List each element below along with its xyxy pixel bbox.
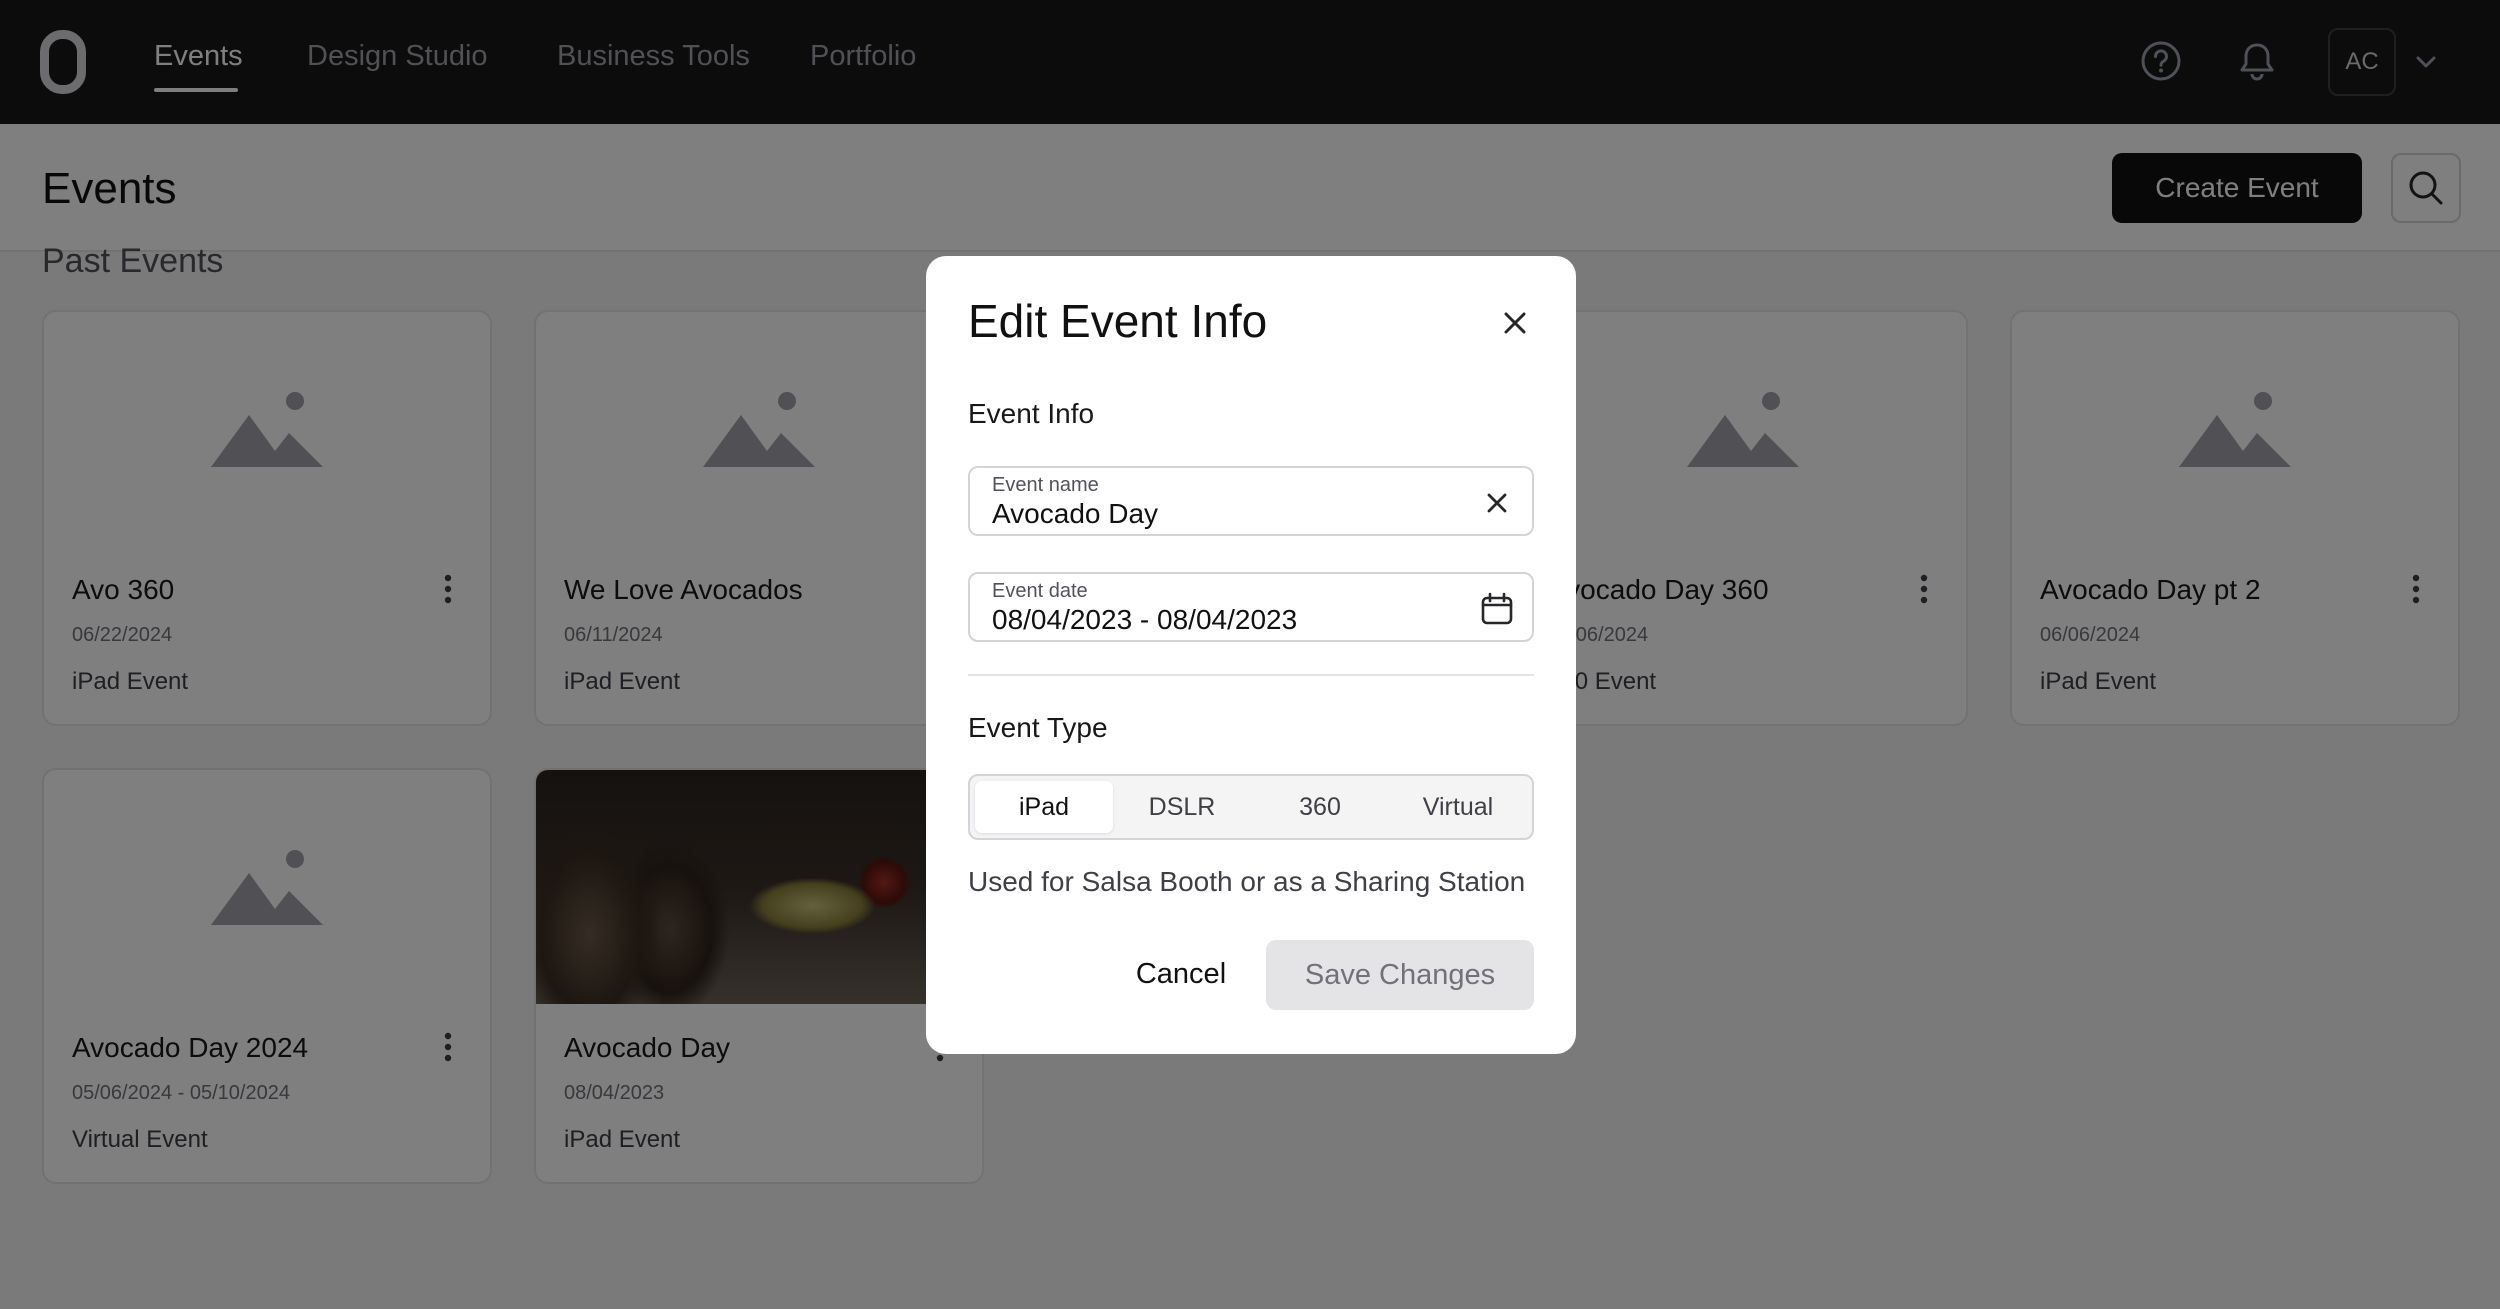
close-icon[interactable] bbox=[1500, 308, 1530, 338]
event-type-option-ipad[interactable]: iPad bbox=[975, 781, 1113, 833]
event-name-field[interactable]: Event name Avocado Day bbox=[968, 466, 1534, 536]
event-date-label: Event date bbox=[992, 580, 1088, 602]
event-type-option-360[interactable]: 360 bbox=[1251, 781, 1389, 833]
event-type-helper-text: Used for Salsa Booth or as a Sharing Sta… bbox=[968, 866, 1526, 897]
clear-icon[interactable] bbox=[1480, 486, 1514, 520]
modal-title: Edit Event Info bbox=[968, 295, 1268, 347]
event-date-value[interactable]: 08/04/2023 - 08/04/2023 bbox=[992, 604, 1297, 636]
calendar-icon[interactable] bbox=[1480, 592, 1514, 626]
event-type-option-virtual[interactable]: Virtual bbox=[1389, 781, 1527, 833]
event-type-option-dslr[interactable]: DSLR bbox=[1113, 781, 1251, 833]
modal-divider bbox=[968, 674, 1534, 676]
event-date-field[interactable]: Event date 08/04/2023 - 08/04/2023 bbox=[968, 572, 1534, 642]
event-type-selector[interactable]: iPad DSLR 360 Virtual bbox=[968, 774, 1534, 840]
edit-event-modal: Edit Event Info Event Info Event name Av… bbox=[926, 256, 1576, 1054]
save-changes-button[interactable]: Save Changes bbox=[1266, 940, 1534, 1010]
cancel-button[interactable]: Cancel bbox=[1096, 940, 1266, 1008]
event-info-heading: Event Info bbox=[968, 398, 1095, 429]
event-name-label: Event name bbox=[992, 474, 1099, 496]
event-type-heading: Event Type bbox=[968, 712, 1108, 743]
event-name-value[interactable]: Avocado Day bbox=[992, 498, 1158, 530]
